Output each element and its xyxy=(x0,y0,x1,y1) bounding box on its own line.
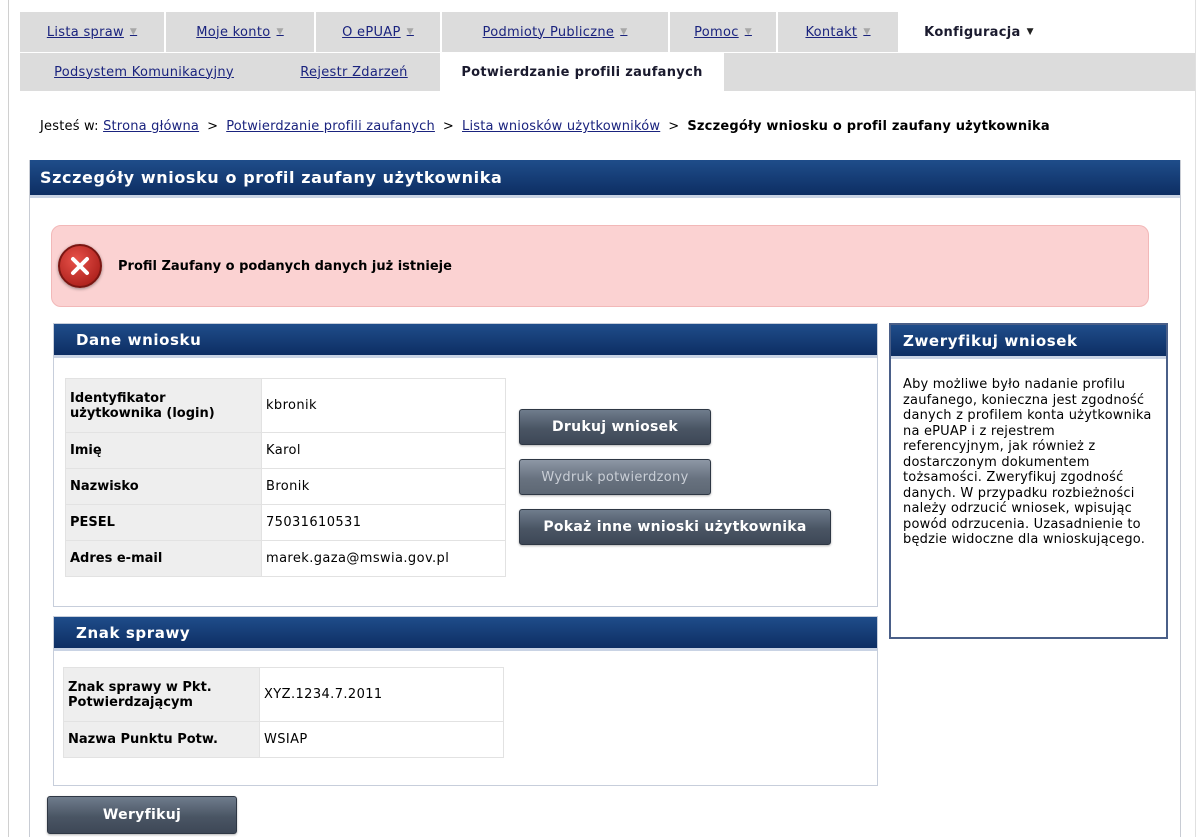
table-row: PESEL 75031610531 xyxy=(65,504,506,541)
tab-label: Moje konto xyxy=(196,24,271,40)
case-number-section: Znak sprawy Znak sprawy w Pkt. Potwierdz… xyxy=(53,616,878,786)
tab-label: Konfiguracja xyxy=(924,24,1021,40)
row-label: Identyfikator użytkownika (login) xyxy=(65,378,262,433)
tab-podmioty-publiczne[interactable]: Podmioty Publiczne ▼ xyxy=(442,12,670,52)
tab-label: Lista spraw xyxy=(46,24,124,40)
row-label: Znak sprawy w Pkt. Potwierdzającym xyxy=(63,667,260,722)
subtab-rejestr-zdarzen[interactable]: Rejestr Zdarzeń xyxy=(268,53,440,91)
tab-label: O ePUAP xyxy=(342,24,401,40)
request-details-panel: Szczegóły wniosku o profil zaufany użytk… xyxy=(29,160,1181,837)
error-x-icon xyxy=(58,244,102,288)
table-row: Znak sprawy w Pkt. Potwierdzającym XYZ.12… xyxy=(63,667,504,722)
application-data-section: Dane wniosku Identyfikator użytkownika (… xyxy=(53,323,878,607)
error-alert: Profil Zaufany o podanych danych już ist… xyxy=(51,225,1149,307)
chevron-down-icon: ▼ xyxy=(276,27,284,37)
tab-moje-konto[interactable]: Moje konto ▼ xyxy=(166,12,316,52)
page-left-border xyxy=(8,0,9,837)
breadcrumb-home-link[interactable]: Strona główna xyxy=(103,119,199,134)
subtabs-filler xyxy=(724,53,1195,91)
breadcrumb-profiles-link[interactable]: Potwierdzanie profili zaufanych xyxy=(226,119,435,134)
subtab-label: Rejestr Zdarzeń xyxy=(300,64,408,80)
row-value: Karol xyxy=(261,432,506,469)
chevron-down-icon: ▼ xyxy=(863,27,871,37)
breadcrumb-separator: > xyxy=(668,119,680,134)
breadcrumb-separator: > xyxy=(207,119,219,134)
chevron-down-icon: ▼ xyxy=(129,27,138,37)
breadcrumb-prefix: Jesteś w: xyxy=(40,119,99,134)
print-request-button[interactable]: Drukuj wniosek xyxy=(519,409,711,445)
subtab-label: Potwierdzanie profili zaufanych xyxy=(461,64,703,80)
page-right-border xyxy=(1195,0,1196,837)
application-data-table: Identyfikator użytkownika (login) kbronik… xyxy=(65,378,506,577)
row-value: Bronik xyxy=(261,468,506,505)
show-other-requests-button[interactable]: Pokaż inne wnioski użytkownika xyxy=(519,509,831,545)
row-value: WSIAP xyxy=(259,721,504,758)
section-title: Dane wniosku xyxy=(54,324,877,358)
section-title: Znak sprawy xyxy=(54,617,877,651)
tabs-filler xyxy=(1060,12,1195,52)
row-value: kbronik xyxy=(261,378,506,433)
breadcrumb-requests-link[interactable]: Lista wniosków użytkowników xyxy=(462,119,660,134)
verify-info-box: Zweryfikuj wniosek Aby możliwe było nada… xyxy=(889,323,1168,639)
subtab-potwierdzanie-profili[interactable]: Potwierdzanie profili zaufanych xyxy=(440,53,724,91)
section-title: Zweryfikuj wniosek xyxy=(891,325,1166,359)
breadcrumb: Jesteś w: Strona główna > Potwierdzanie pr… xyxy=(40,119,1050,134)
tab-label: Kontakt xyxy=(805,24,858,40)
breadcrumb-current: Szczegóły wniosku o profil zaufany użytk… xyxy=(687,119,1050,134)
row-label: Nazwisko xyxy=(65,468,262,505)
subtab-podsystem-komunikacyjny[interactable]: Podsystem Komunikacyjny xyxy=(20,53,268,91)
tab-label: Podmioty Publiczne xyxy=(482,24,615,40)
error-message: Profil Zaufany o podanych danych już ist… xyxy=(118,258,452,274)
row-value: 75031610531 xyxy=(261,504,506,541)
page-title: Szczegóły wniosku o profil zaufany użytk… xyxy=(30,160,1180,198)
row-value: XYZ.1234.7.2011 xyxy=(259,667,504,722)
row-label: Adres e-mail xyxy=(65,540,262,577)
tab-pomoc[interactable]: Pomoc ▼ xyxy=(670,12,778,52)
row-value: marek.gaza@mswia.gov.pl xyxy=(261,540,506,577)
chevron-down-icon: ▼ xyxy=(406,27,414,37)
row-label: Imię xyxy=(65,432,262,469)
case-number-table: Znak sprawy w Pkt. Potwierdzającym XYZ.12… xyxy=(63,667,504,758)
main-nav: Lista spraw ▼ Moje konto ▼ O ePUAP ▼ Podmio… xyxy=(20,12,1195,52)
table-row: Adres e-mail marek.gaza@mswia.gov.pl xyxy=(65,540,506,577)
tab-o-epuap[interactable]: O ePUAP ▼ xyxy=(316,12,442,52)
table-row: Identyfikator użytkownika (login) kbronik xyxy=(65,378,506,433)
subtab-label: Podsystem Komunikacyjny xyxy=(54,64,234,80)
breadcrumb-separator: > xyxy=(442,119,455,134)
chevron-down-icon: ▼ xyxy=(744,27,752,37)
table-row: Imię Karol xyxy=(65,432,506,469)
chevron-down-icon: ▼ xyxy=(1026,27,1034,37)
tab-konfiguracja[interactable]: Konfiguracja ▼ xyxy=(900,12,1060,52)
table-row: Nazwisko Bronik xyxy=(65,468,506,505)
verify-button[interactable]: Weryfikuj xyxy=(47,796,237,834)
row-label: PESEL xyxy=(65,504,262,541)
row-label: Nazwa Punktu Potw. xyxy=(63,721,260,758)
tab-label: Pomoc xyxy=(694,24,739,40)
tab-lista-spraw[interactable]: Lista spraw ▼ xyxy=(20,12,166,52)
tab-kontakt[interactable]: Kontakt ▼ xyxy=(778,12,900,52)
verify-instructions: Aby możliwe było nadanie profilu zaufane… xyxy=(903,377,1152,547)
sub-nav: Podsystem Komunikacyjny Rejestr Zdarzeń … xyxy=(20,53,1195,91)
table-row: Nazwa Punktu Potw. WSIAP xyxy=(63,721,504,758)
chevron-down-icon: ▼ xyxy=(620,27,628,37)
print-confirmed-button[interactable]: Wydruk potwierdzony xyxy=(519,459,711,495)
